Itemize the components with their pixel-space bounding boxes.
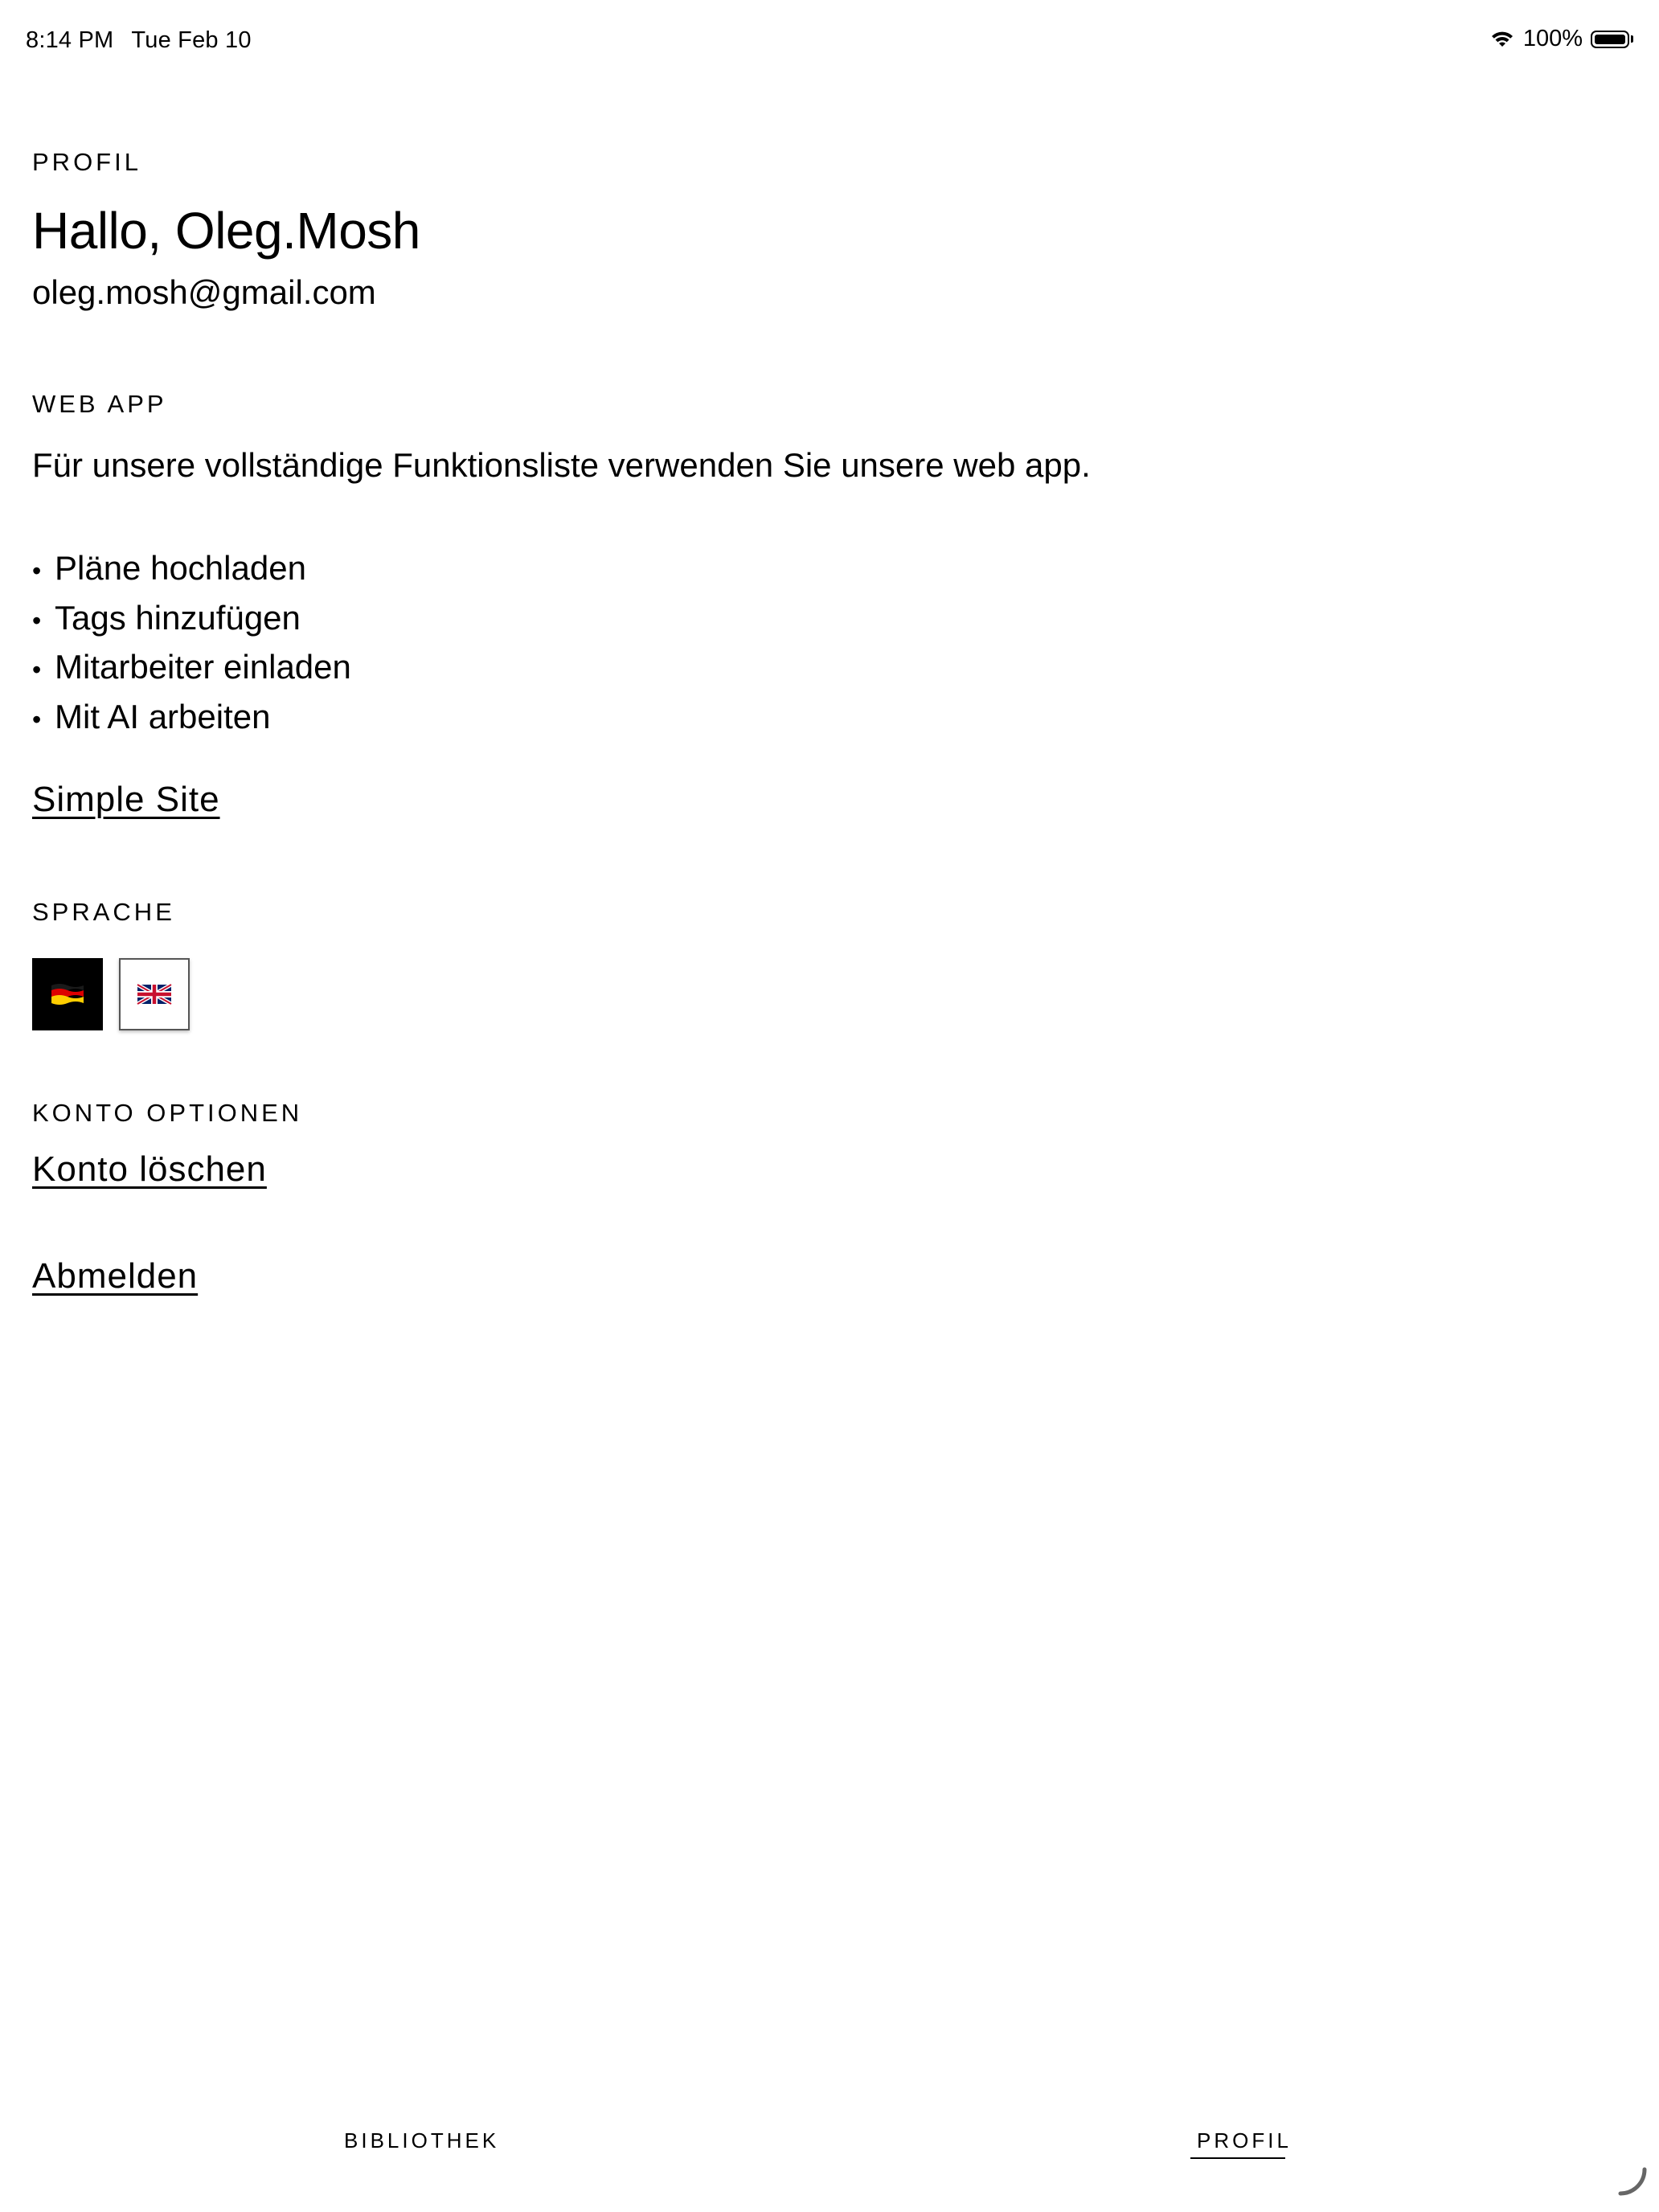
bullet: • [32,605,42,635]
status-indicators: 100% [1489,26,1633,52]
battery-cap [1631,35,1633,43]
battery-body [1591,30,1629,48]
list-item: • Mit AI arbeiten [32,692,351,742]
feature-list: • Pläne hochladen • Tags hinzufügen • Mitar… [32,543,351,741]
active-tab-indicator [1190,2157,1285,2159]
feature-text: Tags hinzufügen [55,598,301,637]
feature-text: Mitarbeiter einladen [55,648,351,686]
user-email: oleg.mosh@gmail.com [32,273,376,311]
status-date: Tue Feb 10 [131,27,252,53]
battery-fill [1595,34,1625,44]
language-button-german[interactable] [32,958,103,1030]
webapp-description: Für unsere vollständige Funktionsliste v… [32,446,1091,484]
bullet: • [32,704,42,734]
delete-account-link[interactable]: Konto löschen [32,1149,267,1190]
uk-flag-icon [137,982,172,1006]
greeting-heading: Hallo, Oleg.Mosh [32,202,420,260]
feature-text: Pläne hochladen [55,549,306,587]
german-flag-icon [50,982,85,1006]
list-item: • Pläne hochladen [32,543,351,593]
tab-profile[interactable]: PROFIL [1197,2128,1292,2153]
battery-percent: 100% [1522,26,1583,51]
account-section-label: KONTO OPTIONEN [32,1099,303,1127]
battery-icon [1591,30,1633,48]
bullet: • [32,655,42,684]
feature-text: Mit AI arbeiten [55,697,271,735]
loading-spinner-icon [1614,2165,1649,2204]
language-button-english[interactable] [119,958,190,1030]
wifi-icon [1489,30,1515,49]
language-section-label: SPRACHE [32,898,175,926]
status-time-date: 8:14 PM Tue Feb 10 [26,27,252,54]
language-selector [32,958,190,1030]
bullet: • [32,556,42,585]
list-item: • Tags hinzufügen [32,593,351,643]
status-time: 8:14 PM [26,27,114,53]
simple-site-link[interactable]: Simple Site [32,780,220,820]
webapp-section-label: WEB APP [32,390,167,418]
status-bar: 8:14 PM Tue Feb 10 100% [0,0,1659,84]
tab-library[interactable]: BIBLIOTHEK [344,2128,499,2153]
logout-link[interactable]: Abmelden [32,1256,198,1296]
profile-section-label: PROFIL [32,148,141,176]
list-item: • Mitarbeiter einladen [32,642,351,692]
